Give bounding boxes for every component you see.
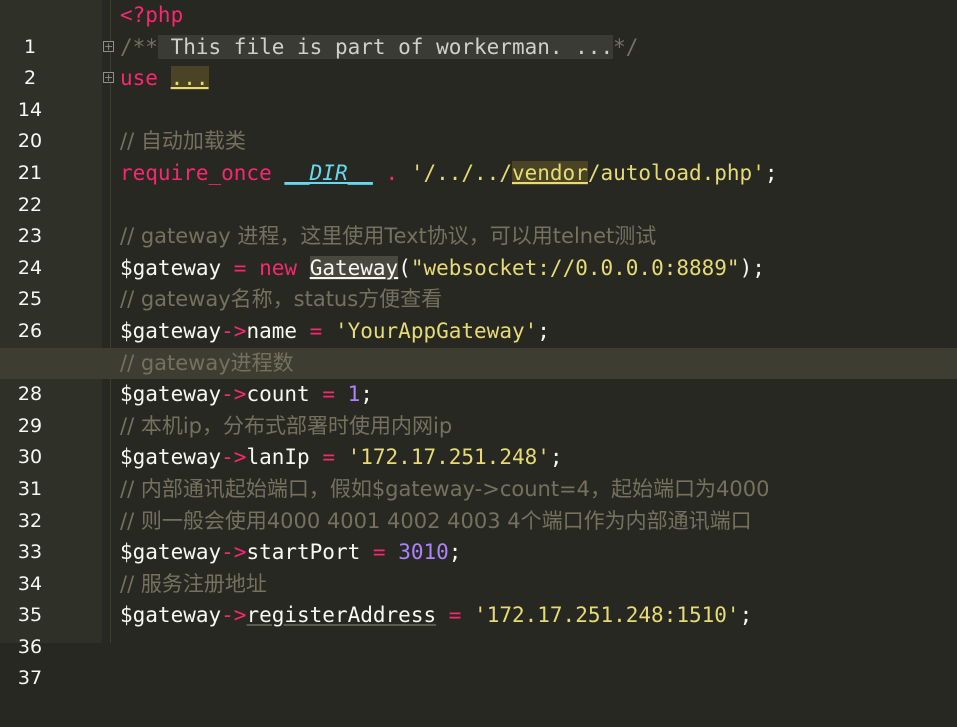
arrow-operator: -> (221, 540, 247, 565)
code-line-27[interactable]: 27 $gateway->name = 'YourAppGateway'; (0, 316, 957, 374)
folded-use-block[interactable]: ... (170, 66, 209, 91)
gateway-variable: $gateway (120, 318, 222, 343)
gateway-variable: $gateway (120, 445, 222, 470)
startport-value-number: 3010 (398, 540, 449, 565)
require-once-keyword: require_once (120, 160, 272, 185)
comment: // 本机ip，分布式部署时使用内网ip (120, 413, 453, 438)
assign-operator: = (221, 255, 260, 280)
registeraddress-value-string: '172.17.251.248:1510' (474, 603, 740, 628)
comment: // gateway 进程，这里使用Text协议，可以用telnet测试 (120, 224, 657, 249)
property-startport: startPort (246, 540, 361, 565)
semicolon: ; (537, 318, 550, 343)
assign-operator: = (309, 382, 348, 407)
assign-operator: = (436, 603, 475, 628)
code-line-1[interactable]: 1 <?php (0, 0, 957, 58)
property-lanip: lanIp (246, 445, 310, 470)
assign-operator: = (360, 540, 399, 565)
code-line-31[interactable]: 31 $gateway->lanIp = '172.17.251.248'; (0, 442, 957, 500)
code-line-23[interactable]: 23 (0, 190, 957, 247)
code-line-20[interactable]: 20 (0, 95, 957, 152)
path-string-start: '/../../ (410, 160, 512, 185)
arrow-operator: -> (221, 382, 247, 407)
gateway-variable: $gateway (120, 540, 222, 565)
arrow-operator: -> (221, 318, 247, 343)
comment: // gateway名称，status方便查看 (120, 287, 443, 312)
code-line-36[interactable]: 36 $gateway->registerAddress = '172.17.2… (0, 600, 957, 658)
new-keyword: new (259, 255, 298, 280)
comment: // gateway进程数 (120, 350, 294, 375)
code-line-29[interactable]: 29 $gateway->count = 1; (0, 379, 957, 437)
code-line-22[interactable]: 22 require_once __DIR__ . '/../../vendor… (0, 158, 957, 216)
vendor-highlight: vendor (511, 160, 588, 185)
assign-operator: = (309, 445, 348, 470)
property-name: name (246, 318, 298, 343)
gateway-class[interactable]: Gateway (309, 255, 399, 280)
comment: // 服务注册地址 (120, 571, 267, 596)
assign-operator: = (297, 318, 335, 343)
arrow-operator: -> (221, 603, 247, 628)
lanip-value-string: '172.17.251.248' (347, 445, 550, 470)
doc-comment-end: */ (613, 34, 639, 59)
dir-constant: __DIR__ (284, 160, 373, 185)
open-paren: ( (398, 255, 411, 280)
code-lines: 1 <?php 2 + /** This file is part of wor… (0, 0, 957, 689)
code-editor[interactable]: 1 <?php 2 + /** This file is part of wor… (0, 0, 957, 689)
semicolon: ; (764, 160, 778, 185)
property-count: count (246, 382, 310, 407)
gateway-variable: $gateway (120, 382, 222, 407)
code-line-26[interactable]: 26 // gateway名称，status方便查看 (0, 284, 957, 342)
folded-doc-comment[interactable]: This file is part of workerman. ... (157, 34, 614, 59)
code-line-37[interactable]: 37 (0, 632, 957, 689)
semicolon: ; (448, 540, 462, 565)
code-line-2[interactable]: 2 + /** This file is part of workerman. … (0, 32, 957, 89)
websocket-address-string: "websocket://0.0.0.0:8889" (410, 255, 740, 280)
concat-operator: . (372, 160, 411, 185)
comment: // 内部通讯起始端口，假如$gateway->count=4，起始端口为400… (120, 476, 770, 501)
gateway-variable: $gateway (120, 603, 222, 628)
fold-expand-icon[interactable]: + (103, 40, 114, 52)
code-line-33[interactable]: 33 // 则一般会使用4000 4001 4002 4003 4个端口作为内部… (0, 506, 957, 564)
php-open-tag: <?php (120, 3, 184, 27)
code-line-24[interactable]: 24 // gateway 进程，这里使用Text协议，可以用telnet测试 (0, 221, 957, 279)
code-line-28-current[interactable]: 28 // gateway进程数 (0, 347, 957, 405)
semicolon: ; (360, 382, 373, 407)
code-line-21[interactable]: 21 // 自动加载类 (0, 126, 957, 184)
property-registeraddress: registerAddress (246, 603, 437, 628)
semicolon: ; (739, 603, 753, 628)
code-line-30[interactable]: 30 // 本机ip，分布式部署时使用内网ip (0, 411, 957, 469)
path-string-end: /autoload.php' (587, 160, 765, 185)
code-line-35[interactable]: 35 // 服务注册地址 (0, 569, 957, 627)
fold-expand-icon[interactable]: + (103, 72, 114, 84)
comment: // 则一般会使用4000 4001 4002 4003 4个端口作为内部通讯端… (120, 508, 752, 533)
arrow-operator: -> (221, 445, 247, 470)
code-line-34[interactable]: 34 $gateway->startPort = 3010; (0, 537, 957, 595)
code-line-25[interactable]: 25 $gateway = new Gateway("websocket://0… (0, 253, 957, 310)
use-keyword: use (120, 66, 158, 91)
comment: // 自动加载类 (120, 129, 246, 154)
line-number: 37 (17, 667, 43, 690)
count-value-number: 1 (347, 382, 361, 407)
code-line-32[interactable]: 32 // 内部通讯起始端口，假如$gateway->count=4，起始端口为… (0, 474, 957, 532)
doc-comment-start: /** (120, 34, 158, 59)
gateway-variable: $gateway (120, 255, 222, 280)
semicolon: ; (549, 445, 563, 470)
code-line-14[interactable]: 14 + use ... (0, 63, 957, 121)
close-paren: ); (739, 255, 765, 280)
name-value-string: 'YourAppGateway' (334, 318, 538, 343)
